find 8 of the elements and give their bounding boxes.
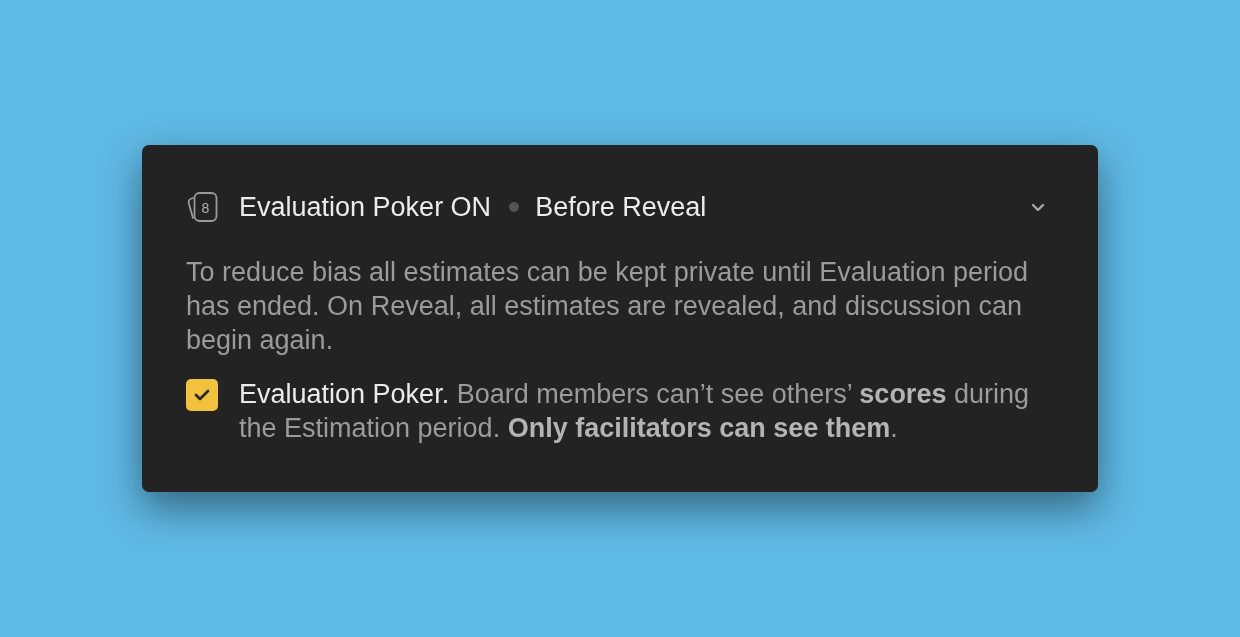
description-text: To reduce bias all estimates can be kept private until Evaluation period has ended. On Reveal, all estimates are revealed, and discussion can begin again.: [186, 256, 1029, 357]
option-label: Evaluation Poker. Board members can’t see others’ scores during the Estimation period. Only facilitators can see them.: [239, 378, 1030, 445]
status-label: Before Reveal: [535, 191, 707, 224]
checkmark-icon: [194, 389, 210, 401]
option-checkbox[interactable]: [186, 379, 218, 411]
panel-title: Evaluation Poker ON: [239, 191, 492, 224]
chevron-icon: [1031, 202, 1045, 212]
separator-dot-icon: [509, 202, 520, 212]
